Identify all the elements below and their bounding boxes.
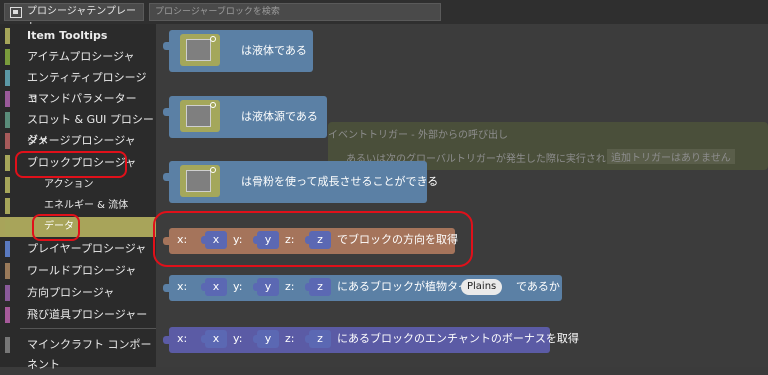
- x-label: x:: [177, 332, 188, 345]
- category-slot-gui-procedures[interactable]: スロット & GUI プロシージャ: [0, 110, 156, 146]
- category-entity-procedures[interactable]: エンティティプロシージャ: [0, 68, 156, 104]
- category-actions[interactable]: アクション: [0, 175, 156, 195]
- top-toolbar: プロシージャテンプレート プロシージャーブロックを検索: [0, 0, 768, 33]
- y-label: y:: [233, 280, 243, 293]
- plant-type-block[interactable]: x: x y: y z: z にあるブロックが植物タイプ Plains であるか: [163, 275, 562, 301]
- category-color-bar: [5, 241, 10, 257]
- x-label: x:: [177, 280, 188, 293]
- category-label: 飛び道具プロシージャー: [27, 308, 148, 321]
- category-color-bar: [5, 112, 10, 128]
- gear-icon[interactable]: [210, 167, 216, 173]
- category-color-bar: [5, 177, 10, 193]
- category-color-bar: [5, 133, 10, 149]
- y-variable[interactable]: y: [253, 278, 279, 296]
- block-label: にあるブロックのエンチャントのボーナスを取得: [337, 332, 579, 345]
- block-connector: [163, 42, 169, 50]
- is-liquid-source-block[interactable]: は液体源である: [163, 96, 327, 138]
- category-direction-procedures[interactable]: 方向プロシージャ: [0, 283, 156, 303]
- category-sidebar: Item Tooltips アイテムプロシージャ エンティティプロシージャ コマ…: [0, 24, 156, 371]
- gear-icon[interactable]: [210, 36, 216, 42]
- category-color-bar: [5, 28, 10, 44]
- is-liquid-block[interactable]: は液体である: [163, 30, 313, 72]
- category-label: 方向プロシージャ: [27, 286, 115, 299]
- category-command-parameters[interactable]: コマンドパラメーター: [0, 89, 156, 109]
- category-color-bar: [5, 337, 10, 353]
- event-trigger-label: イベントトリガー - 外部からの呼び出し: [328, 130, 508, 141]
- block-input-placeholder: [186, 105, 211, 127]
- category-label: アイテムプロシージャ: [27, 50, 135, 63]
- y-variable[interactable]: y: [253, 330, 279, 348]
- category-color-bar: [5, 285, 10, 301]
- category-minecraft-components[interactable]: マインクラフト コンポーネント: [0, 335, 156, 371]
- category-label: ダメージプロシージャ: [27, 134, 136, 147]
- category-color-bar: [5, 307, 10, 323]
- highlight-block-procedures: [15, 151, 127, 178]
- highlight-data-category: [32, 214, 80, 241]
- z-label: z:: [285, 332, 295, 345]
- block-workspace[interactable]: イベントトリガー - 外部からの呼び出し あるいは次のグローバルトリガーが発生し…: [156, 24, 768, 367]
- can-bonemeal-block[interactable]: は骨粉を使って成長させることができる: [163, 161, 438, 203]
- block-connector: [163, 336, 169, 344]
- category-color-bar: [5, 49, 10, 65]
- gear-icon[interactable]: [210, 102, 216, 108]
- category-energy-fluid[interactable]: エネルギー & 流体: [0, 196, 156, 216]
- category-item-tooltips[interactable]: Item Tooltips: [0, 26, 156, 46]
- category-color-bar: [5, 263, 10, 279]
- category-damage-procedures[interactable]: ダメージプロシージャ: [0, 131, 156, 151]
- block-input-slot[interactable]: [180, 100, 220, 132]
- z-variable[interactable]: z: [305, 278, 331, 296]
- block-input-placeholder: [186, 170, 211, 192]
- plant-type-dropdown[interactable]: Plains: [461, 279, 503, 295]
- block-connector: [163, 108, 169, 116]
- category-label: コマンドパラメーター: [27, 92, 137, 105]
- x-variable[interactable]: x: [201, 278, 227, 296]
- block-label: は液体源である: [241, 110, 318, 123]
- highlight-direction-block: [153, 211, 473, 267]
- block-input-slot[interactable]: [180, 34, 220, 66]
- x-variable[interactable]: x: [201, 330, 227, 348]
- category-label: マインクラフト コンポーネント: [27, 338, 152, 371]
- category-color-bar: [5, 219, 10, 235]
- category-label: ワールドプロシージャ: [27, 264, 137, 277]
- sidebar-divider: [20, 328, 156, 329]
- category-item-procedures[interactable]: アイテムプロシージャ: [0, 47, 156, 67]
- block-label: は液体である: [241, 44, 307, 57]
- category-color-bar: [5, 91, 10, 107]
- category-player-procedures[interactable]: プレイヤープロシージャ: [0, 239, 156, 259]
- category-color-bar: [5, 198, 10, 214]
- template-icon: [10, 7, 22, 18]
- block-label: にあるブロックが植物タイプ: [337, 280, 480, 293]
- procedure-template-button[interactable]: プロシージャテンプレート: [4, 3, 144, 33]
- block-connector: [163, 284, 169, 292]
- block-input-slot[interactable]: [180, 165, 220, 197]
- z-label: z:: [285, 280, 295, 293]
- category-label: アクション: [44, 179, 94, 190]
- category-label: Item Tooltips: [27, 29, 108, 42]
- category-label: エネルギー & 流体: [44, 200, 129, 211]
- procedure-search-input[interactable]: プロシージャーブロックを検索: [149, 3, 441, 21]
- block-label: は骨粉を使って成長させることができる: [241, 175, 439, 188]
- category-label: プレイヤープロシージャ: [27, 242, 147, 255]
- block-connector: [163, 173, 169, 181]
- block-input-placeholder: [186, 39, 211, 61]
- category-world-procedures[interactable]: ワールドプロシージャ: [0, 261, 156, 281]
- category-color-bar: [5, 155, 10, 171]
- y-label: y:: [233, 332, 243, 345]
- z-variable[interactable]: z: [305, 330, 331, 348]
- block-label-suffix: であるか: [516, 280, 560, 293]
- enchant-bonus-block[interactable]: x: x y: y z: z にあるブロックのエンチャントのボーナスを取得: [163, 327, 579, 353]
- trigger-dropdown[interactable]: 追加トリガーはありません: [607, 149, 735, 164]
- category-color-bar: [5, 70, 10, 86]
- category-projectile-procedures[interactable]: 飛び道具プロシージャー: [0, 305, 156, 325]
